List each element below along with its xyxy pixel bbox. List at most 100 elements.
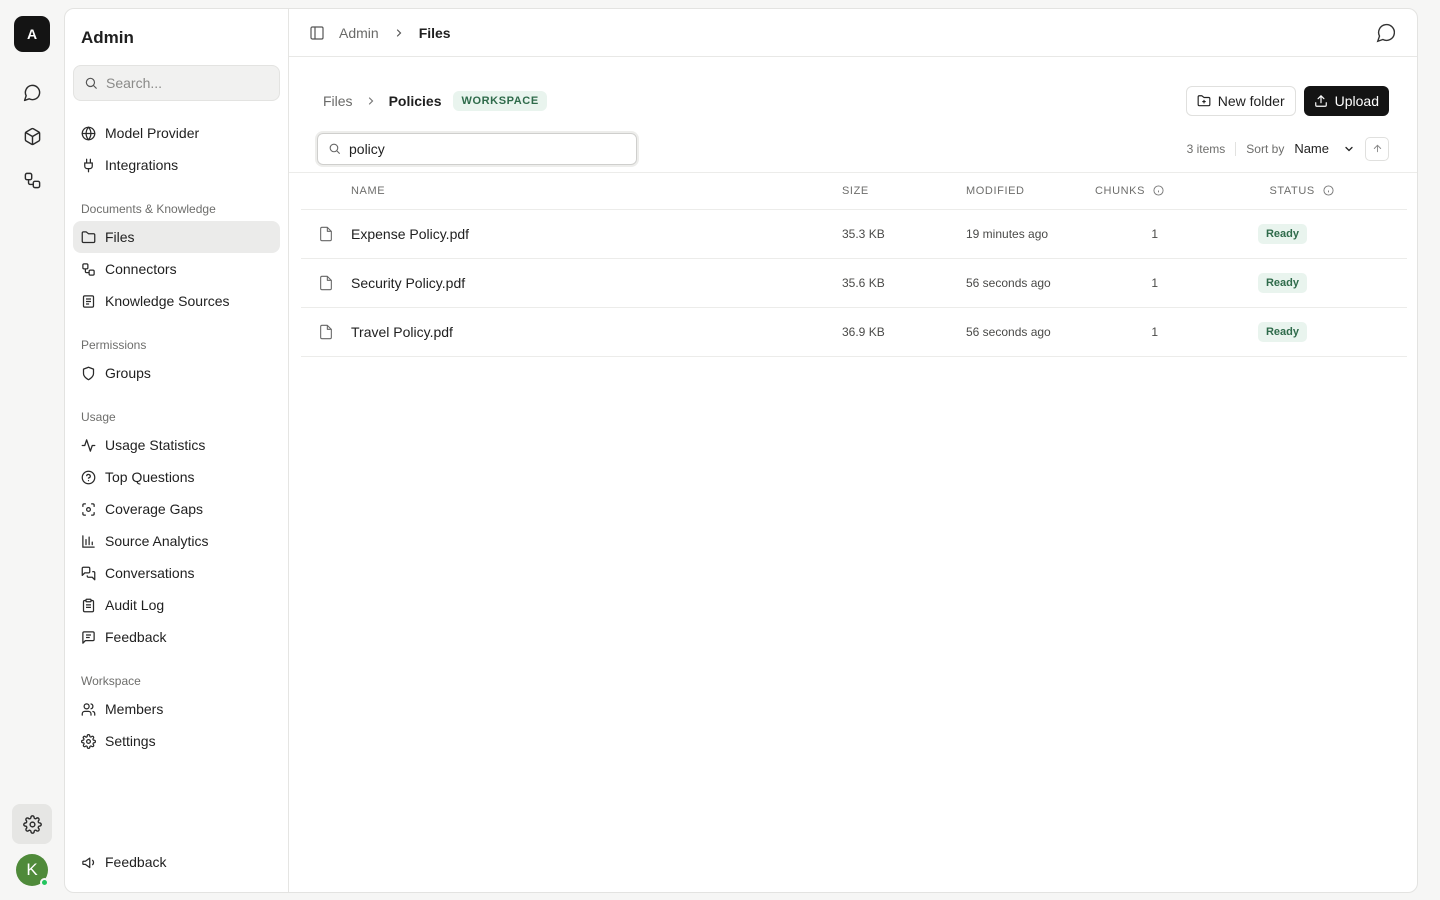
sidebar-item-top-questions[interactable]: Top Questions (73, 461, 280, 493)
sidebar-item-label: Conversations (105, 565, 195, 581)
file-chunks: 1 (1095, 209, 1196, 259)
sidebar-item-connectors[interactable]: Connectors (73, 253, 280, 285)
column-header-chunks-label: CHUNKS (1095, 184, 1146, 197)
file-icon-cell (301, 258, 351, 308)
app-rail: A K (0, 0, 64, 900)
file-search-box[interactable] (317, 132, 637, 165)
sidebar-search-placeholder: Search... (106, 75, 163, 91)
sidebar-item-conversations[interactable]: Conversations (73, 557, 280, 589)
sidebar-group-workspace: Workspace Members Settings (73, 669, 280, 757)
column-header-modified[interactable]: MODIFIED (966, 173, 1095, 210)
status-cell: Ready (1196, 209, 1407, 259)
sidebar-item-coverage-gaps[interactable]: Coverage Gaps (73, 493, 280, 525)
file-icon (318, 274, 351, 292)
column-header-name[interactable]: NAME (351, 173, 842, 210)
search-icon (84, 76, 98, 90)
chevron-down-icon (1343, 143, 1355, 155)
file-modified: 56 seconds ago (966, 307, 1095, 357)
sidebar-item-label: Audit Log (105, 597, 165, 613)
file-name[interactable]: Security Policy.pdf (351, 258, 842, 308)
sidebar-item-groups[interactable]: Groups (73, 357, 280, 389)
users-icon (81, 702, 96, 717)
clipboard-icon (81, 598, 96, 613)
file-search-input[interactable] (349, 140, 626, 157)
info-icon[interactable] (1322, 185, 1334, 196)
sidebar-item-label: Knowledge Sources (105, 293, 230, 309)
upload-icon (1314, 94, 1328, 108)
plug-icon (81, 158, 96, 173)
sidebar-item-feedback[interactable]: Feedback (73, 621, 280, 653)
sidebar-item-usage-statistics[interactable]: Usage Statistics (73, 429, 280, 461)
table-row[interactable]: Travel Policy.pdf 36.9 KB 56 seconds ago… (301, 307, 1407, 357)
cube-icon[interactable] (12, 116, 52, 156)
table-header-row: NAME SIZE MODIFIED CHUNKS STATUS (301, 173, 1407, 210)
gear-icon (81, 733, 96, 749)
file-icon-cell (301, 307, 351, 357)
megaphone-icon (81, 855, 96, 870)
sidebar-toggle-icon[interactable] (309, 25, 325, 41)
chevron-right-icon (365, 95, 377, 107)
filter-bar: 3 items Sort by Name (289, 125, 1417, 173)
sidebar-item-knowledge-sources[interactable]: Knowledge Sources (73, 285, 280, 317)
file-name[interactable]: Travel Policy.pdf (351, 307, 842, 357)
column-header-chunks[interactable]: CHUNKS (1095, 173, 1196, 210)
chat-bubble-icon[interactable] (1376, 22, 1397, 43)
arrow-up-icon (1372, 143, 1383, 154)
file-size: 35.6 KB (842, 258, 966, 308)
sidebar-group-title: Documents & Knowledge (81, 202, 216, 216)
sidebar-item-model-provider[interactable]: Model Provider (73, 117, 280, 149)
sidebar-item-label: Model Provider (105, 125, 200, 141)
chat-icon[interactable] (12, 72, 52, 112)
sort-select[interactable]: Name (1294, 141, 1355, 156)
online-status-dot (40, 878, 49, 887)
file-size: 36.9 KB (842, 307, 966, 357)
user-avatar[interactable]: K (16, 854, 49, 887)
folder-icon (81, 230, 96, 245)
sidebar-item-files[interactable]: Files (73, 221, 280, 253)
sidebar-item-label: Usage Statistics (105, 437, 206, 453)
breadcrumb-admin[interactable]: Admin (339, 25, 379, 41)
message-square-icon (81, 630, 96, 645)
sidebar-item-label: Integrations (105, 157, 179, 173)
sidebar-group-title: Usage (81, 410, 116, 424)
topbar: Admin Files (289, 9, 1417, 57)
file-chunks: 1 (1095, 307, 1196, 357)
sidebar-item-label: Coverage Gaps (105, 501, 204, 517)
sidebar-item-label: Groups (105, 365, 151, 381)
workflow-icon[interactable] (12, 160, 52, 200)
settings-gear-icon[interactable] (12, 804, 52, 844)
items-count: 3 items (1186, 141, 1226, 156)
activity-icon (81, 438, 96, 453)
table-row[interactable]: Security Policy.pdf 35.6 KB 56 seconds a… (301, 258, 1407, 308)
sidebar-item-audit-log[interactable]: Audit Log (73, 589, 280, 621)
upload-button[interactable]: Upload (1303, 86, 1389, 116)
sidebar-group-title: Permissions (81, 338, 147, 352)
table-row[interactable]: Expense Policy.pdf 35.3 KB 19 minutes ag… (301, 209, 1407, 259)
sidebar-item-label: Members (105, 701, 164, 717)
breadcrumb-files-root[interactable]: Files (323, 93, 353, 109)
file-name[interactable]: Expense Policy.pdf (351, 209, 842, 259)
workspace-logo[interactable]: A (14, 16, 50, 52)
sort-direction-button[interactable] (1365, 136, 1389, 161)
admin-sidebar: Admin Search... Model Provider Integrati… (65, 9, 289, 892)
sidebar-item-settings[interactable]: Settings (73, 725, 280, 757)
divider (1235, 141, 1237, 156)
file-icon (318, 225, 351, 243)
sidebar-search[interactable]: Search... (73, 65, 280, 101)
sidebar-item-integrations[interactable]: Integrations (73, 149, 280, 181)
chevron-right-icon (393, 27, 405, 39)
new-folder-button[interactable]: New folder (1185, 86, 1296, 116)
file-chunks: 1 (1095, 258, 1196, 308)
folder-breadcrumb: Files Policies WORKSPACE (323, 91, 547, 111)
column-header-size[interactable]: SIZE (842, 173, 966, 210)
globe-icon (81, 126, 96, 141)
sidebar-item-source-analytics[interactable]: Source Analytics (73, 525, 280, 557)
file-size: 35.3 KB (842, 209, 966, 259)
info-icon[interactable] (1153, 185, 1164, 196)
column-header-status[interactable]: STATUS (1196, 173, 1407, 210)
breadcrumb-files: Files (418, 24, 451, 41)
sidebar-item-members[interactable]: Members (73, 693, 280, 725)
book-icon (81, 294, 96, 309)
messages-icon (81, 566, 96, 581)
sidebar-footer-feedback[interactable]: Feedback (73, 846, 280, 878)
